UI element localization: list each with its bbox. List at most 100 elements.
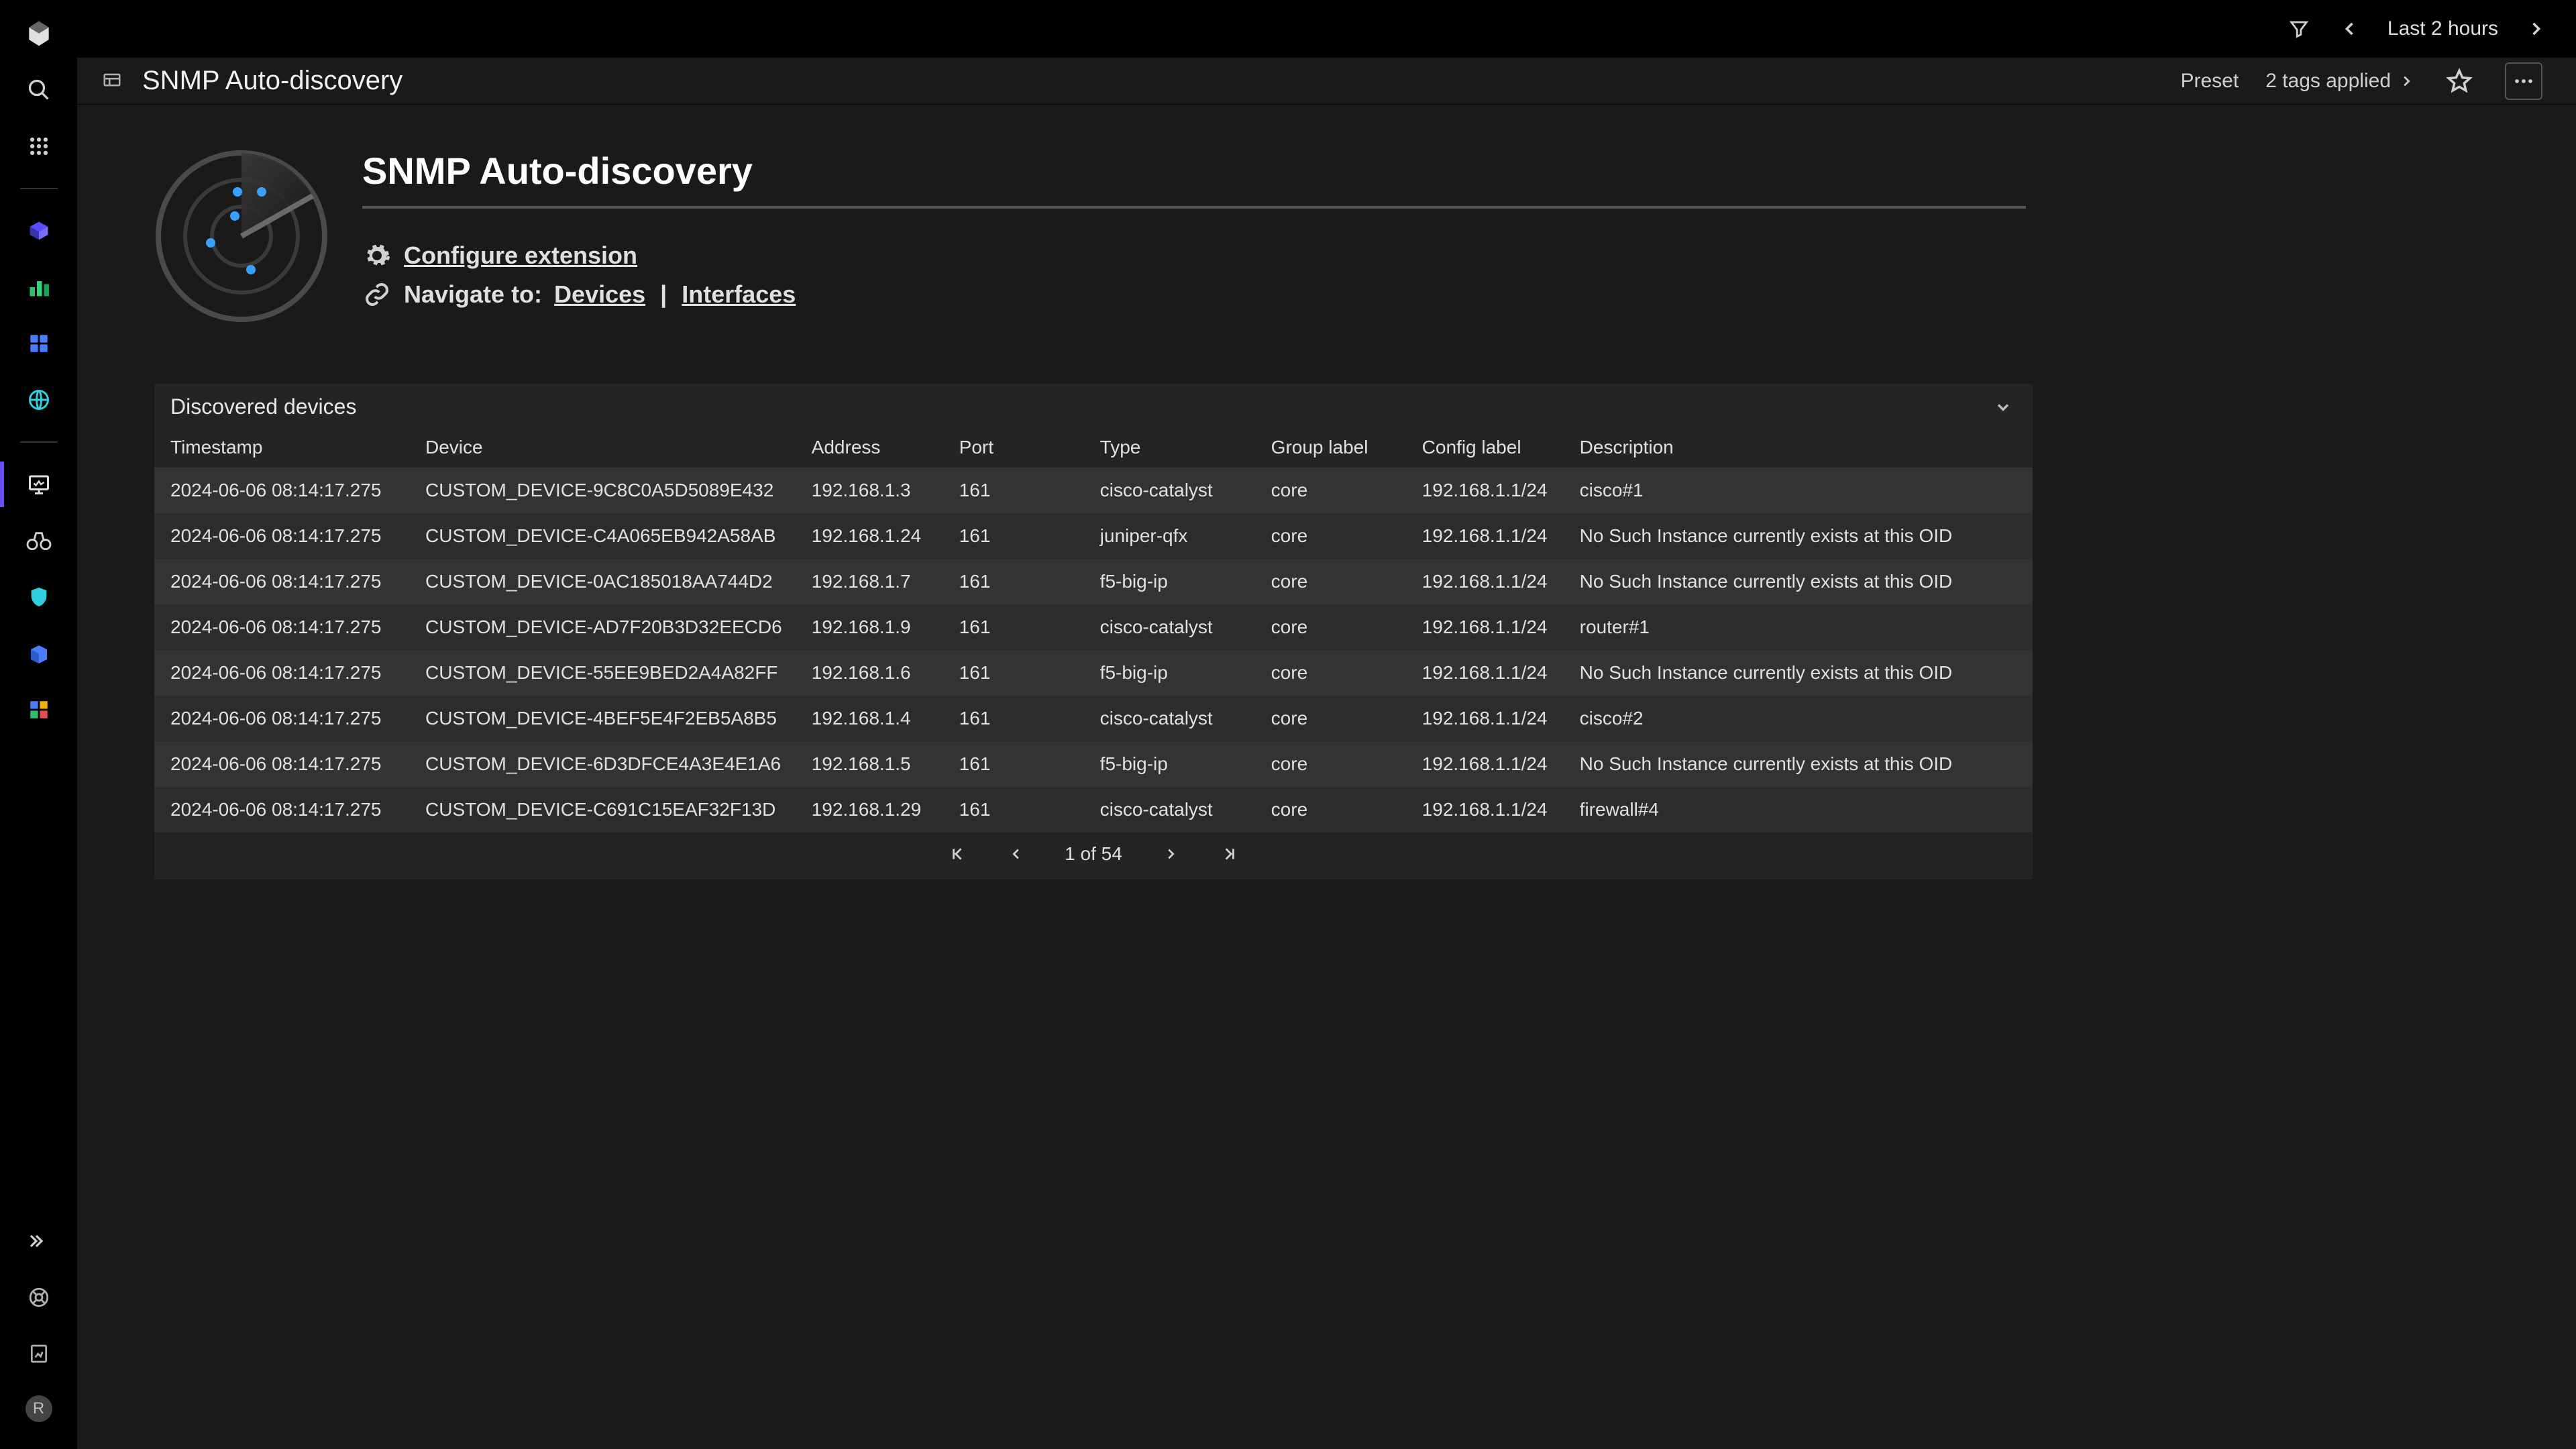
col-port[interactable]: Port (943, 427, 1084, 468)
table-body: 2024-06-06 08:14:17.275CUSTOM_DEVICE-9C8… (154, 468, 2033, 833)
tags-applied-link[interactable]: 2 tags applied (2265, 70, 2414, 93)
paginator: 1 of 54 (154, 833, 2033, 879)
cell-address: 192.168.1.5 (796, 741, 943, 787)
breadcrumb-title: SNMP Auto-discovery (142, 66, 2161, 96)
cell-port: 161 (943, 604, 1084, 650)
cell-timestamp: 2024-06-06 08:14:17.275 (154, 787, 409, 833)
cell-type: f5-big-ip (1084, 559, 1255, 604)
cell-port: 161 (943, 650, 1084, 696)
page-title: SNMP Auto-discovery (362, 149, 2026, 209)
cell-timestamp: 2024-06-06 08:14:17.275 (154, 468, 409, 513)
nav-item-box-icon[interactable] (24, 639, 54, 668)
nav-item-binoculars-icon[interactable] (24, 526, 54, 555)
table-header-row: Timestamp Device Address Port Type Group… (154, 427, 2033, 468)
search-icon[interactable] (24, 75, 54, 105)
page-first-icon[interactable] (947, 843, 968, 865)
col-description[interactable]: Description (1564, 427, 2033, 468)
cell-device: CUSTOM_DEVICE-4BEF5E4F2EB5A8B5 (409, 696, 796, 741)
cell-timestamp: 2024-06-06 08:14:17.275 (154, 650, 409, 696)
table-row[interactable]: 2024-06-06 08:14:17.275CUSTOM_DEVICE-6D3… (154, 741, 2033, 787)
cell-device: CUSTOM_DEVICE-6D3DFCE4A3E4E1A6 (409, 741, 796, 787)
radar-graphic (154, 149, 329, 323)
cell-port: 161 (943, 559, 1084, 604)
nav-item-chart-icon[interactable] (24, 272, 54, 302)
filter-icon[interactable] (2286, 15, 2312, 42)
nav-devices-link[interactable]: Devices (554, 280, 645, 309)
favorite-star-icon[interactable] (2440, 62, 2478, 100)
time-next-icon[interactable] (2522, 15, 2549, 42)
cell-port: 161 (943, 468, 1084, 513)
panel-collapse-icon[interactable] (1994, 398, 2012, 417)
table-row[interactable]: 2024-06-06 08:14:17.275CUSTOM_DEVICE-55E… (154, 650, 2033, 696)
tags-applied-label: 2 tags applied (2265, 70, 2391, 93)
table-row[interactable]: 2024-06-06 08:14:17.275CUSTOM_DEVICE-C4A… (154, 513, 2033, 559)
more-menu-icon[interactable] (2505, 62, 2542, 100)
cell-timestamp: 2024-06-06 08:14:17.275 (154, 604, 409, 650)
col-device[interactable]: Device (409, 427, 796, 468)
cell-type: cisco-catalyst (1084, 604, 1255, 650)
table-row[interactable]: 2024-06-06 08:14:17.275CUSTOM_DEVICE-0AC… (154, 559, 2033, 604)
logo-icon[interactable] (24, 19, 54, 48)
panel-title: Discovered devices (170, 394, 356, 419)
dashboard-icon (101, 70, 123, 93)
cell-config_label: 192.168.1.1/24 (1406, 604, 1564, 650)
chevron-right-icon (2399, 74, 2414, 89)
expand-sidebar-icon[interactable] (24, 1226, 54, 1256)
cell-port: 161 (943, 513, 1084, 559)
cell-config_label: 192.168.1.1/24 (1406, 468, 1564, 513)
cell-type: cisco-catalyst (1084, 468, 1255, 513)
discovered-devices-panel: Discovered devices Timestamp Device Addr… (154, 384, 2033, 879)
cell-address: 192.168.1.4 (796, 696, 943, 741)
time-range-label[interactable]: Last 2 hours (2387, 17, 2498, 40)
gear-icon (362, 241, 392, 270)
cell-group_label: core (1255, 787, 1406, 833)
cell-description: cisco#2 (1564, 696, 2033, 741)
table-row[interactable]: 2024-06-06 08:14:17.275CUSTOM_DEVICE-9C8… (154, 468, 2033, 513)
cell-group_label: core (1255, 559, 1406, 604)
content: SNMP Auto-discovery Configure extension … (77, 105, 2576, 1449)
table-row[interactable]: 2024-06-06 08:14:17.275CUSTOM_DEVICE-C69… (154, 787, 2033, 833)
nav-interfaces-link[interactable]: Interfaces (682, 280, 796, 309)
col-config-label[interactable]: Config label (1406, 427, 1564, 468)
cell-group_label: core (1255, 604, 1406, 650)
cell-address: 192.168.1.3 (796, 468, 943, 513)
time-prev-icon[interactable] (2337, 15, 2363, 42)
link-icon (362, 280, 392, 309)
cell-timestamp: 2024-06-06 08:14:17.275 (154, 559, 409, 604)
user-avatar[interactable]: R (25, 1395, 52, 1422)
configure-extension-link[interactable]: Configure extension (404, 241, 637, 270)
page-last-icon[interactable] (1219, 843, 1240, 865)
page-prev-icon[interactable] (1006, 843, 1027, 865)
apps-icon[interactable] (24, 131, 54, 161)
cell-timestamp: 2024-06-06 08:14:17.275 (154, 741, 409, 787)
cell-device: CUSTOM_DEVICE-AD7F20B3D32EECD6 (409, 604, 796, 650)
col-address[interactable]: Address (796, 427, 943, 468)
preset-link[interactable]: Preset (2180, 70, 2239, 93)
nav-item-cube-icon[interactable] (24, 216, 54, 246)
cell-group_label: core (1255, 696, 1406, 741)
table-row[interactable]: 2024-06-06 08:14:17.275CUSTOM_DEVICE-4BE… (154, 696, 2033, 741)
nav-item-globe-icon[interactable] (24, 385, 54, 415)
cell-type: cisco-catalyst (1084, 696, 1255, 741)
navigate-label: Navigate to: (404, 280, 542, 309)
col-group-label[interactable]: Group label (1255, 427, 1406, 468)
cell-timestamp: 2024-06-06 08:14:17.275 (154, 696, 409, 741)
nav-item-monitor-icon[interactable] (24, 470, 54, 499)
cell-type: juniper-qfx (1084, 513, 1255, 559)
cell-device: CUSTOM_DEVICE-55EE9BED2A4A82FF (409, 650, 796, 696)
reports-icon[interactable] (24, 1339, 54, 1368)
cell-type: f5-big-ip (1084, 650, 1255, 696)
page-next-icon[interactable] (1160, 843, 1181, 865)
devices-table: Timestamp Device Address Port Type Group… (154, 427, 2033, 833)
nav-item-grid-icon[interactable] (24, 329, 54, 358)
table-row[interactable]: 2024-06-06 08:14:17.275CUSTOM_DEVICE-AD7… (154, 604, 2033, 650)
cell-device: CUSTOM_DEVICE-9C8C0A5D5089E432 (409, 468, 796, 513)
cell-config_label: 192.168.1.1/24 (1406, 696, 1564, 741)
cell-group_label: core (1255, 650, 1406, 696)
cell-config_label: 192.168.1.1/24 (1406, 513, 1564, 559)
nav-item-blocks-icon[interactable] (24, 695, 54, 724)
nav-item-shield-icon[interactable] (24, 582, 54, 612)
col-timestamp[interactable]: Timestamp (154, 427, 409, 468)
col-type[interactable]: Type (1084, 427, 1255, 468)
help-icon[interactable] (24, 1283, 54, 1312)
